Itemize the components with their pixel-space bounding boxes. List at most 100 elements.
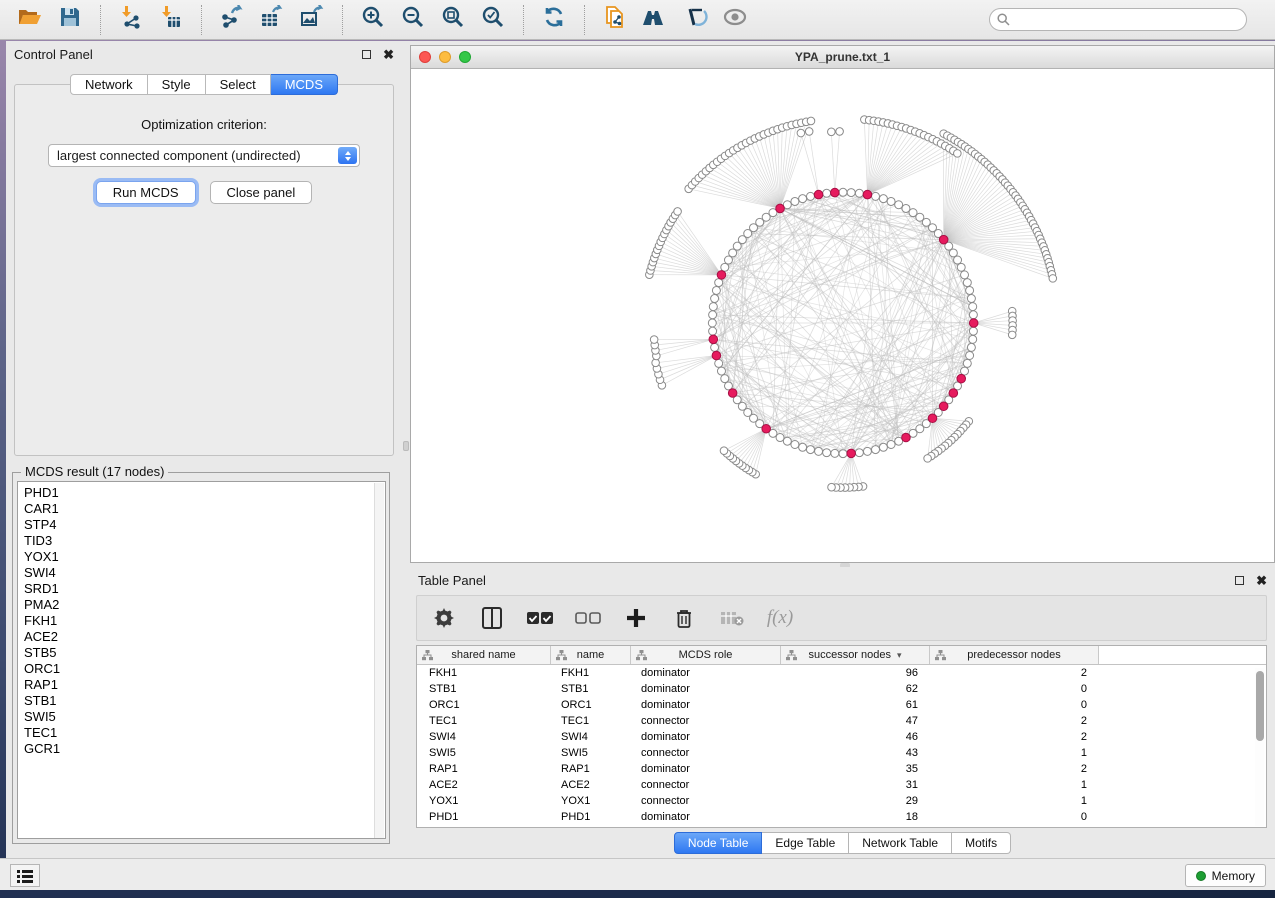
table-row[interactable]: STB1STB1dominator620 (417, 681, 1266, 697)
column-header-mcds-role[interactable]: MCDS role (631, 646, 781, 664)
close-panel-icon[interactable]: ✖ (383, 48, 394, 61)
zoom-out-button[interactable] (393, 3, 433, 37)
column-header-successor-nodes[interactable]: successor nodes▾ (781, 646, 930, 664)
mcds-hub-node[interactable] (969, 319, 978, 328)
mcds-hub-node[interactable] (776, 204, 785, 213)
mcds-result-item[interactable]: YOX1 (24, 549, 385, 565)
column-header-shared-name[interactable]: shared name (417, 646, 551, 664)
mcds-result-item[interactable]: SWI4 (24, 565, 385, 581)
mcds-hub-node[interactable] (939, 402, 948, 411)
mcds-result-item[interactable]: GCR1 (24, 741, 385, 757)
add-column-button[interactable] (623, 605, 649, 631)
table-row[interactable]: SWI5SWI5connector431 (417, 745, 1266, 761)
mcds-hub-node[interactable] (709, 335, 718, 344)
split-panel-button[interactable] (479, 605, 505, 631)
mcds-hub-node[interactable] (831, 188, 840, 197)
mcds-hub-node[interactable] (949, 389, 958, 398)
mcds-hub-node[interactable] (928, 414, 937, 423)
zoom-selected-button[interactable] (473, 3, 513, 37)
table-row[interactable]: TEC1TEC1connector472 (417, 713, 1266, 729)
mcds-hub-node[interactable] (712, 351, 721, 360)
mcds-hub-node[interactable] (814, 190, 823, 199)
tab-node-table[interactable]: Node Table (674, 832, 763, 854)
column-header-predecessor-nodes[interactable]: predecessor nodes (930, 646, 1099, 664)
task-history-button[interactable] (10, 864, 40, 887)
import-table-button[interactable] (151, 3, 191, 37)
mcds-result-item[interactable]: STP4 (24, 517, 385, 533)
table-row[interactable]: YOX1YOX1connector291 (417, 793, 1266, 809)
deselect-all-button[interactable] (575, 605, 601, 631)
run-mcds-button[interactable]: Run MCDS (96, 181, 196, 204)
select-all-button[interactable] (527, 605, 553, 631)
save-button[interactable] (50, 3, 90, 37)
mcds-hub-node[interactable] (847, 449, 856, 458)
export-image-button[interactable] (292, 3, 332, 37)
mcds-hub-node[interactable] (762, 424, 771, 433)
function-builder-button[interactable]: f(x) (767, 605, 793, 631)
export-table-button[interactable] (252, 3, 292, 37)
mcds-result-item[interactable]: FKH1 (24, 613, 385, 629)
mcds-result-item[interactable]: CAR1 (24, 501, 385, 517)
mcds-hub-node[interactable] (957, 374, 966, 383)
tab-mcds[interactable]: MCDS (271, 74, 338, 95)
mcds-list-scrollbar[interactable] (374, 483, 384, 839)
mcds-result-item[interactable]: ACE2 (24, 629, 385, 645)
tab-select[interactable]: Select (206, 74, 271, 95)
export-network-button[interactable] (212, 3, 252, 37)
table-scrollbar-thumb[interactable] (1256, 671, 1264, 741)
zoom-in-button[interactable] (353, 3, 393, 37)
delete-column-button[interactable] (671, 605, 697, 631)
mcds-hub-node[interactable] (717, 271, 726, 280)
splitter-handle[interactable] (403, 441, 409, 451)
mcds-hub-node[interactable] (863, 190, 872, 199)
mcds-hub-node[interactable] (902, 433, 911, 442)
tab-network[interactable]: Network (70, 74, 148, 95)
mcds-result-item[interactable]: SRD1 (24, 581, 385, 597)
mcds-result-item[interactable]: SWI5 (24, 709, 385, 725)
search-input[interactable] (989, 8, 1247, 31)
column-header-name[interactable]: name (551, 646, 631, 664)
tab-network-table[interactable]: Network Table (849, 832, 952, 854)
memory-button[interactable]: Memory (1185, 864, 1266, 887)
clone-network-button[interactable] (595, 3, 635, 37)
import-network-button[interactable] (111, 3, 151, 37)
show-visibility-button[interactable] (715, 3, 755, 37)
float-panel-icon[interactable] (362, 50, 371, 59)
mcds-result-item[interactable]: PHD1 (24, 485, 385, 501)
mcds-result-item[interactable]: TID3 (24, 533, 385, 549)
mcds-result-item[interactable]: PMA2 (24, 597, 385, 613)
table-row[interactable]: RAP1RAP1dominator352 (417, 761, 1266, 777)
table-row[interactable]: PHD1PHD1dominator180 (417, 809, 1266, 825)
table-row[interactable]: FKH1FKH1dominator962 (417, 665, 1266, 681)
open-file-button[interactable] (10, 3, 50, 37)
zoom-fit-button[interactable] (433, 3, 473, 37)
mcds-hub-node[interactable] (728, 389, 737, 398)
network-view-titlebar[interactable]: YPA_prune.txt_1 (411, 46, 1274, 69)
table-row[interactable]: ORC1ORC1dominator610 (417, 697, 1266, 713)
hide-visibility-button[interactable] (675, 3, 715, 37)
tab-style[interactable]: Style (148, 74, 206, 95)
float-panel-icon[interactable] (1235, 576, 1244, 585)
delete-table-button[interactable] (719, 605, 745, 631)
table-cell: PHD1 (551, 811, 631, 823)
mcds-result-item[interactable]: STB1 (24, 693, 385, 709)
close-panel-icon[interactable]: ✖ (1256, 574, 1267, 587)
tab-motifs[interactable]: Motifs (952, 832, 1011, 854)
mcds-result-item[interactable]: RAP1 (24, 677, 385, 693)
optimization-criterion-select[interactable]: largest connected component (undirected) (48, 144, 360, 167)
vertical-splitter[interactable] (402, 41, 410, 890)
table-settings-button[interactable] (431, 605, 457, 631)
close-panel-button[interactable]: Close panel (210, 181, 313, 204)
mcds-result-item[interactable]: ORC1 (24, 661, 385, 677)
mcds-hub-node[interactable] (939, 235, 948, 244)
tab-edge-table[interactable]: Edge Table (762, 832, 849, 854)
mcds-result-item[interactable]: STB5 (24, 645, 385, 661)
table-scrollbar[interactable] (1255, 668, 1264, 826)
mcds-result-list[interactable]: PHD1CAR1STP4TID3YOX1SWI4SRD1PMA2FKH1ACE2… (17, 481, 386, 839)
table-row[interactable]: ACE2ACE2connector311 (417, 777, 1266, 793)
network-graph-canvas[interactable] (411, 69, 1274, 562)
refresh-layout-button[interactable] (534, 3, 574, 37)
table-row[interactable]: SWI4SWI4dominator462 (417, 729, 1266, 745)
mcds-result-item[interactable]: TEC1 (24, 725, 385, 741)
search-network-button[interactable] (635, 3, 675, 37)
